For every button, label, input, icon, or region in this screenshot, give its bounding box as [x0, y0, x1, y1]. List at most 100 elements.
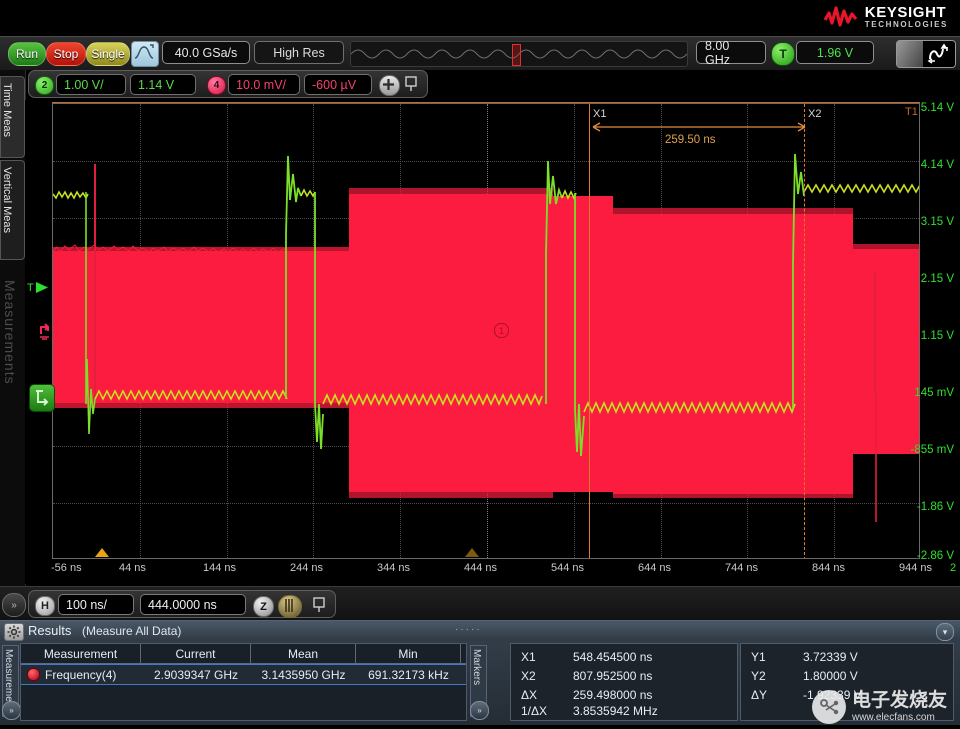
horizontal-position-field[interactable]: 444.0000 ns	[140, 594, 246, 615]
channel-4-badge[interactable]: 4	[207, 76, 226, 95]
marker-x2-value: 807.952500 ns	[573, 669, 652, 683]
channel-4-ground-indicator[interactable]	[37, 322, 53, 345]
measurements-rail-label: Measurements	[2, 280, 24, 510]
tab-markers-label: Markers	[471, 646, 482, 685]
marker-x1-value: 548.454500 ns	[573, 650, 652, 664]
trigger-marker-label: T	[27, 282, 34, 294]
channel-4-offset-field[interactable]: -600 µV	[304, 74, 372, 95]
expand-right-icon[interactable]: »	[2, 593, 26, 617]
error-icon	[27, 668, 40, 681]
roll-mode-icon[interactable]	[278, 595, 302, 618]
collapse-down-icon[interactable]: ▾	[936, 623, 954, 641]
trigger-position-triangle[interactable]	[95, 548, 109, 557]
acquisition-mode-field[interactable]: High Res	[254, 41, 344, 64]
horizontal-scale-field[interactable]: 100 ns/	[58, 594, 134, 615]
marker-y1-value: 3.72339 V	[803, 650, 858, 664]
v-label-3: 2.15 V	[921, 273, 954, 285]
watermark-cn: 电子发烧友	[852, 691, 947, 712]
graticule[interactable]: X1 X2 259.50 ns T1 1	[52, 103, 920, 559]
markers-x-box: X1 548.454500 ns X2 807.952500 ns ΔX 259…	[510, 643, 738, 721]
results-subtitle: (Measure All Data)	[82, 624, 181, 638]
trigger-level-indicator[interactable]: T	[27, 281, 51, 294]
trigger-led[interactable]: T	[771, 42, 795, 66]
run-button[interactable]: Run	[8, 42, 46, 66]
vertical-meas-label: Vertical Meas	[1, 161, 13, 233]
t-label-10: 944 ns	[899, 562, 932, 574]
channel-2-badge[interactable]: 2	[35, 76, 54, 95]
t-label-5: 444 ns	[464, 562, 497, 574]
vertical-axis: 5.14 V 4.14 V 3.15 V 2.15 V 1.15 V 145 m…	[900, 100, 960, 562]
marker-dy-name: ΔY	[751, 688, 767, 702]
v-label-7: -1.86 V	[917, 501, 954, 513]
marker-x1-name: X1	[521, 650, 536, 664]
marker-x2-line[interactable]	[804, 104, 805, 559]
markers-y-box: Y1 3.72339 V Y2 1.80000 V ΔY -1.92339 V	[740, 643, 954, 721]
results-header: Results (Measure All Data) ····· ▾	[0, 621, 960, 641]
zoom-button[interactable]: Z	[253, 596, 274, 617]
channel-4-scale-field[interactable]: 10.0 mV/	[228, 74, 300, 95]
cell-current: 2.9039347 GHz	[141, 665, 251, 684]
sidebar-item-time-meas[interactable]: Time Meas	[0, 76, 25, 158]
marker-inv-dx-value: 3.8535942 MHz	[573, 704, 658, 718]
watermark: 电子发烧友 www.elecfans.com	[812, 690, 947, 724]
v-label-0: 5.14 V	[921, 102, 954, 114]
horizontal-more-icon[interactable]	[312, 597, 326, 613]
time-axis: -56 ns 44 ns 144 ns 244 ns 344 ns 444 ns…	[25, 562, 960, 584]
col-overflow	[461, 644, 466, 663]
channel-2-offset-field[interactable]: 1.14 V	[130, 74, 196, 95]
marker-y2-name: Y2	[751, 669, 766, 683]
waveform-trace	[53, 104, 920, 559]
marker-x1-line[interactable]	[589, 104, 590, 559]
trigger-position-marker[interactable]	[512, 44, 521, 66]
keysight-wave-icon	[824, 6, 858, 28]
table-row[interactable]: Frequency(4) 2.9039347 GHz 3.1435950 GHz…	[21, 664, 466, 685]
main-toolbar: Run Stop Single 40.0 GSa/s High Res 8.00…	[0, 36, 960, 71]
marker-x2-label: X2	[808, 108, 821, 120]
v-label-5: 145 mV	[914, 387, 954, 399]
autoscale-icon[interactable]	[131, 41, 159, 67]
table-header-row: Measurement Current Mean Min	[21, 644, 466, 664]
bandwidth-field[interactable]: 8.00 GHz	[696, 41, 766, 64]
channel-2-ground-indicator[interactable]	[29, 384, 55, 412]
measurement-table[interactable]: Measurement Current Mean Min Frequency(4…	[20, 643, 467, 721]
t-label-9: 844 ns	[812, 562, 845, 574]
v-label-2: 3.15 V	[921, 216, 954, 228]
waveform-area: X1 X2 259.50 ns T1 1 T	[25, 100, 960, 562]
single-button[interactable]: Single	[86, 42, 130, 66]
col-mean: Mean	[251, 644, 356, 663]
settings-gear-icon[interactable]	[4, 623, 24, 641]
trigger-level-field[interactable]: 1.96 V	[796, 41, 874, 64]
sidebar-item-vertical-meas[interactable]: Vertical Meas	[0, 160, 25, 260]
trigger-overview-strip[interactable]	[350, 41, 688, 67]
col-measurement: Measurement	[21, 644, 141, 663]
horizontal-group: H 100 ns/ 444.0000 ns Z	[28, 590, 336, 618]
add-channel-icon[interactable]	[379, 75, 400, 96]
v-label-4: 1.15 V	[921, 330, 954, 342]
horizontal-control-bar: » H 100 ns/ 444.0000 ns Z	[0, 586, 960, 621]
stop-button[interactable]: Stop	[46, 42, 86, 66]
marker-y1-name: Y1	[751, 650, 766, 664]
channel-more-icon[interactable]	[404, 76, 418, 92]
channel-2-scale-field[interactable]: 1.00 V/	[56, 74, 126, 95]
markers-expand-icon[interactable]: »	[470, 701, 489, 720]
reference-position-triangle[interactable]	[465, 548, 479, 557]
results-drag-handle[interactable]: ·····	[455, 624, 482, 635]
watermark-url: www.elecfans.com	[852, 712, 947, 723]
marker-y2-value: 1.80000 V	[803, 669, 858, 683]
marker-inv-dx-name: 1/ΔX	[521, 704, 547, 718]
app-header: KEYSIGHT TECHNOLOGIES	[0, 0, 960, 36]
channel-control-bar: 2 1.00 V/ 1.14 V 4 10.0 mV/ -600 µV	[28, 70, 428, 98]
navigate-waveform-icon[interactable]	[896, 40, 956, 68]
brand-name: KEYSIGHT	[865, 5, 948, 20]
watermark-logo-icon	[812, 690, 846, 724]
channel-1-badge-marker[interactable]: 1	[494, 323, 509, 338]
measurements-expand-icon[interactable]: »	[2, 701, 21, 720]
t-label-8: 744 ns	[725, 562, 758, 574]
brand-sub: TECHNOLOGIES	[865, 21, 948, 29]
nav-glyph	[923, 41, 955, 67]
marker-x2-name: X2	[521, 669, 536, 683]
horizontal-badge[interactable]: H	[35, 596, 55, 616]
sample-rate-field[interactable]: 40.0 GSa/s	[162, 41, 250, 64]
cell-min: 691.32173 kHz	[356, 665, 461, 684]
t-label-6: 544 ns	[551, 562, 584, 574]
